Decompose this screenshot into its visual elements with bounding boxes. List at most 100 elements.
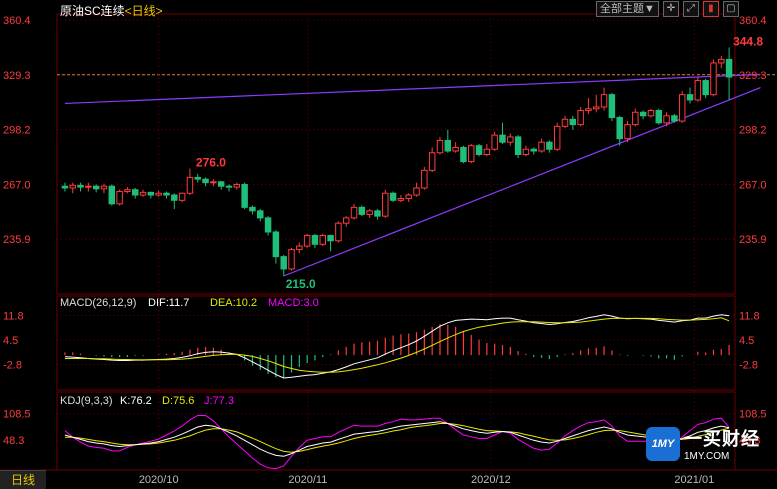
candle [499, 122, 506, 144]
price-tick-left: 329.3 [3, 70, 31, 82]
candle-body [350, 206, 358, 219]
candle-body [241, 183, 248, 208]
candle-body [491, 134, 498, 150]
candle [249, 205, 256, 215]
chart-mode-icon[interactable]: ▮ [702, 1, 719, 17]
candle-body [358, 206, 366, 215]
candle [69, 182, 76, 194]
candle-body [686, 94, 694, 101]
candle [186, 168, 194, 196]
candle [100, 183, 108, 194]
candle-body [303, 235, 311, 247]
candle [428, 147, 436, 173]
theme-dropdown[interactable]: 全部主题▼ [596, 1, 659, 17]
candle-body [225, 185, 233, 188]
candle-body [663, 115, 670, 124]
period-selector[interactable]: <日线> [125, 4, 163, 18]
candle-body [155, 192, 162, 196]
candle [671, 114, 678, 123]
candle-body [194, 176, 201, 180]
window-icon[interactable]: ▢ [722, 1, 739, 17]
candle-body [718, 58, 725, 64]
candle-body [374, 210, 381, 217]
period-tab[interactable]: 日线 [0, 470, 46, 489]
candle-body [139, 191, 147, 196]
candle-body [608, 94, 616, 119]
candle-body [632, 111, 639, 126]
candle-body [710, 62, 717, 96]
candle [553, 122, 561, 151]
candle-body [561, 118, 569, 127]
trendline [283, 87, 761, 277]
candle [436, 136, 444, 155]
candle [718, 55, 725, 69]
candle-body [210, 181, 217, 184]
candle-body [280, 256, 287, 270]
candle-body [366, 210, 373, 215]
kline-chart[interactable]: MACD(26,12,9) DIF:11.7 DEA:10.2 MACD:3.0 KD… [0, 0, 777, 488]
candle [124, 187, 131, 194]
candle-body [69, 184, 76, 189]
candle [241, 182, 248, 210]
candle-body [444, 139, 452, 152]
candle-body [475, 145, 483, 156]
date-tick: 2021/01 [674, 474, 714, 486]
crosshair-icon[interactable]: ✛ [662, 1, 679, 17]
candle [522, 145, 530, 157]
candle [350, 203, 358, 220]
candle [342, 216, 350, 227]
candle-body [577, 109, 584, 126]
kdj-d-line [64, 423, 730, 453]
candle-body [178, 192, 186, 201]
candle [608, 92, 616, 122]
candle-body [702, 80, 709, 96]
candle [413, 182, 420, 197]
kdj-label: KDJ(9,3,3) [60, 395, 113, 407]
candle [217, 180, 225, 190]
candle [421, 166, 428, 190]
chart-header: 原油SC连续<日线> [60, 2, 163, 19]
candle-body [92, 185, 100, 190]
macd-label: MACD(26,12,9) [60, 297, 136, 309]
candle-body [233, 183, 241, 188]
candle [264, 216, 272, 236]
candle [561, 115, 569, 129]
price-tick-left: 298.2 [3, 125, 31, 137]
candle-body [342, 217, 350, 224]
candle-body [186, 176, 194, 194]
macd-tick-left: 11.8 [3, 310, 24, 322]
candle-body [100, 185, 108, 190]
candle-body [131, 189, 139, 196]
candle [405, 193, 412, 203]
candle [171, 193, 178, 210]
candle [85, 182, 92, 192]
candle [288, 247, 295, 271]
candle [319, 233, 327, 247]
candle [444, 129, 452, 153]
candle-body [288, 249, 295, 270]
kdj-panel: KDJ(9,3,3) K:76.2 D:75.6 J:77.3 [60, 395, 730, 470]
candle [131, 187, 139, 199]
candle [710, 59, 717, 97]
macd-tick-left: 4.5 [3, 335, 18, 347]
candle-body [725, 58, 733, 78]
candle [397, 195, 405, 203]
candle-body [413, 187, 420, 196]
expand-icon[interactable]: ⤢ [682, 1, 699, 17]
macd-panel: MACD(26,12,9) DIF:11.7 DEA:10.2 MACD:3.0 [60, 297, 730, 379]
date-tick: 2020/10 [139, 474, 179, 486]
candle-body [483, 148, 491, 156]
candle-body [671, 115, 678, 122]
candle [163, 191, 170, 199]
candle [694, 77, 702, 102]
candle [538, 138, 545, 153]
candle-body [428, 152, 436, 171]
price-tick-right: 360.4 [739, 15, 767, 27]
candle-body [616, 117, 623, 140]
candle-body [647, 109, 655, 117]
candle [389, 191, 397, 203]
candle-body [116, 190, 123, 205]
candle [686, 87, 694, 104]
candle [507, 133, 514, 146]
candle-body [108, 185, 116, 205]
